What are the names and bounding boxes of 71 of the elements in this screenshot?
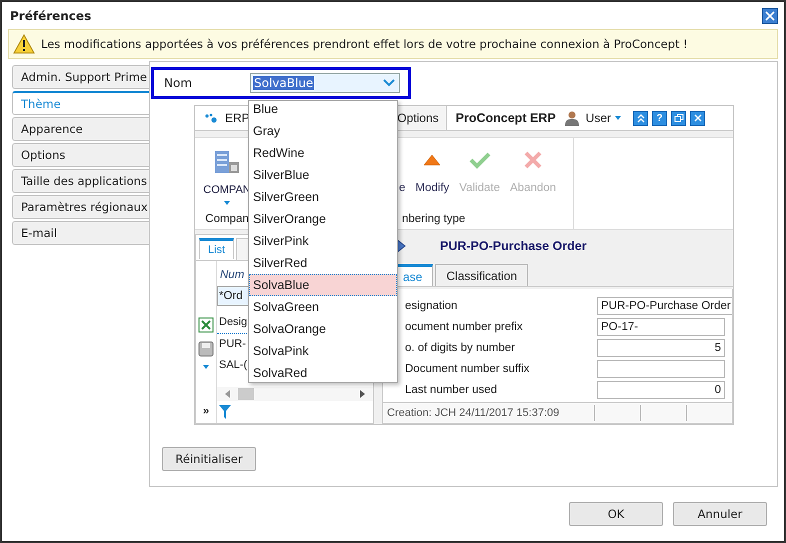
input-field[interactable] [597,360,725,378]
warning-icon [13,34,35,54]
window-title: Préférences [10,8,92,22]
field-label: ocument number prefix [404,320,524,332]
checkmark-icon [468,150,491,170]
input-field[interactable]: 5 [597,338,725,356]
tab[interactable]: List [199,238,234,259]
sidebar-item[interactable]: Taille des applications [12,169,149,193]
restore-button[interactable] [671,110,686,126]
dropdown-option[interactable]: SolvaPink [249,340,397,362]
close-button[interactable] [762,8,778,24]
field-label: Document number suffix [404,362,530,374]
save-icon [198,341,214,357]
caret-icon [615,116,621,120]
dropdown-option[interactable]: SilverGreen [249,186,397,208]
field-label: o. of digits by number [404,342,516,354]
sidebar-item[interactable]: Apparence [12,117,149,141]
caret-icon [224,201,230,205]
dropdown-option[interactable]: SilverBlue [249,164,397,186]
spreadsheet-icon [198,317,214,333]
close-button[interactable] [690,110,705,126]
ribbon-button[interactable]: e [399,182,406,194]
reset-button[interactable]: Réinitialiser [162,447,256,471]
scroll-left-icon [225,390,230,398]
scroll-thumb[interactable] [238,388,254,400]
dropdown-option[interactable]: SilverPink [249,230,397,252]
warning-text: Les modifications apportées à vos préférences prendront effet lors de votre prochaine connexion à ProConcept ! [41,37,688,51]
dropdown-option[interactable]: SolvaRed [249,362,397,382]
dropdown-option[interactable]: RedWine [249,142,397,164]
restore-icon [674,113,684,123]
dropdown-caret-icon [383,79,395,87]
ribbon-button[interactable]: Modify [415,182,450,194]
dialog-button[interactable]: Annuler [673,502,767,526]
close-icon [765,10,775,20]
user-menu[interactable]: User [586,111,611,125]
caret-icon [203,365,209,369]
record-title: PUR-PO-Purchase Order [440,239,587,253]
input-field[interactable]: PUR-PO-Purchase Order [597,296,732,314]
filter-label: Num [220,269,246,281]
ribbon-group-label: nbering type [401,213,466,225]
dialog-button[interactable]: OK [569,502,663,526]
theme-dropdown[interactable]: SolvaBlue [250,73,400,93]
cross-icon [524,150,542,170]
dots-icon [205,113,219,123]
status-text: Creation: JCH 24/11/2017 15:37:09 [387,407,560,419]
input-field[interactable]: PO-17- [597,318,725,336]
sidebar-item[interactable]: E-mail [12,221,149,245]
expand-button[interactable]: » [202,405,210,417]
dropdown-option[interactable]: SolvaBlue [249,274,397,296]
field-label: Last number used [404,384,498,396]
filter-icon [219,405,231,419]
sidebar-item[interactable]: Admin. Support Prime [12,65,149,89]
chevron-up-icon [636,113,646,123]
user-icon [564,110,580,126]
sidebar-item[interactable]: Options [12,143,149,167]
app-title: ProConcept ERP [456,111,556,125]
close-icon [692,113,702,123]
ribbon-group-label: Compan [205,213,249,225]
tab[interactable]: Classification [435,264,528,286]
sidebar-item[interactable]: Thème [12,91,149,115]
scrollbar[interactable] [217,387,373,401]
field-label: esignation [404,300,458,312]
selected-value: SolvaBlue [253,76,314,90]
building-icon [214,150,240,174]
field-label: Nom [164,76,194,90]
app-menu[interactable]: ERP [225,111,250,125]
scroll-right-icon [360,390,365,398]
sidebar-item[interactable]: Paramètres régionaux [12,195,149,219]
dropdown-option[interactable]: SilverOrange [249,208,397,230]
input-field[interactable]: 0 [597,380,725,398]
collapse-button[interactable] [633,110,648,126]
